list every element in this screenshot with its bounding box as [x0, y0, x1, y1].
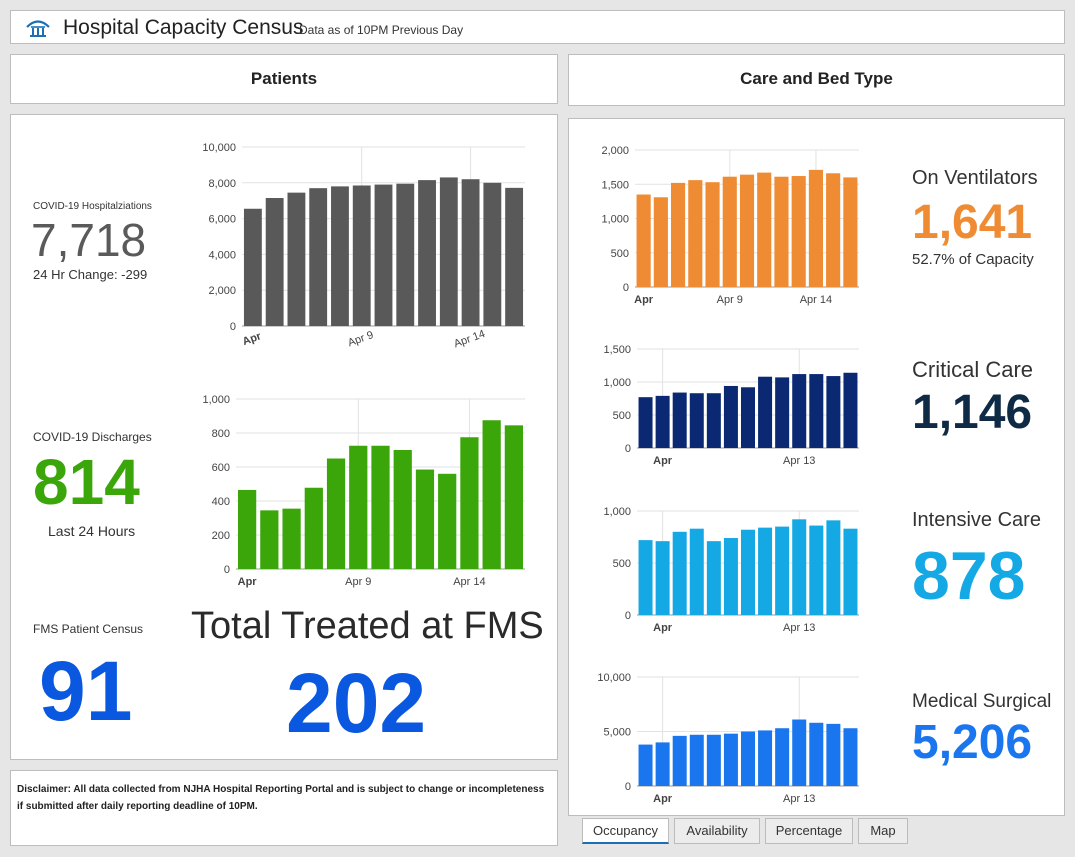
- hospital-logo-icon: [25, 18, 51, 43]
- intensive-care-value: 878: [912, 538, 1026, 614]
- critical-care-label: Critical Care: [912, 357, 1034, 382]
- intensive-care-label: Intensive Care: [912, 509, 1041, 531]
- medical-surgical-value: 5,206: [912, 716, 1033, 769]
- tab-availability[interactable]: Availability: [674, 818, 760, 844]
- fms-census-value: 91: [39, 644, 133, 738]
- total-treated-label: Total Treated at FMS: [191, 605, 544, 647]
- patients-panel: COVID-19 Hospitalziations 7,718 24 Hr Ch…: [10, 114, 558, 760]
- disclaimer-box: Disclaimer: All data collected from NJHA…: [10, 770, 558, 846]
- page-title: Hospital Capacity Census: [63, 16, 304, 39]
- hospitalizations-change: 24 Hr Change: -299: [33, 267, 148, 282]
- discharges-label: COVID-19 Discharges: [33, 430, 152, 444]
- ventilators-value: 1,641: [912, 196, 1033, 249]
- tab-map[interactable]: Map: [858, 818, 908, 844]
- care-panel: On Ventilators 1,641 52.7% of Capacity C…: [568, 118, 1065, 816]
- hospitalizations-label: COVID-19 Hospitalziations: [33, 201, 152, 212]
- total-treated-value: 202: [286, 656, 427, 750]
- care-title: Care and Bed Type: [740, 69, 893, 88]
- patients-title: Patients: [250, 69, 318, 88]
- tab-percentage[interactable]: Percentage: [765, 818, 853, 844]
- ventilators-capacity: 52.7% of Capacity: [912, 251, 1034, 268]
- header-bar: Hospital Capacity Census Data as of 10PM…: [10, 10, 1065, 44]
- critical-care-value: 1,146: [912, 386, 1033, 439]
- tab-occupancy[interactable]: Occupancy: [582, 818, 669, 844]
- disclaimer-text: Disclaimer: All data collected from NJHA…: [17, 784, 545, 812]
- care-section-header: Care and Bed Type: [568, 54, 1065, 106]
- discharges-sub: Last 24 Hours: [48, 523, 136, 539]
- medical-surgical-label: Medical Surgical: [912, 691, 1052, 712]
- hospitalizations-value: 7,718: [31, 214, 147, 266]
- fms-census-label: FMS Patient Census: [33, 622, 144, 636]
- ventilators-label: On Ventilators: [912, 167, 1038, 189]
- discharges-value: 814: [33, 446, 140, 518]
- page-subtitle: Data as of 10PM Previous Day: [299, 23, 464, 37]
- patients-section-header: Patients: [10, 54, 558, 104]
